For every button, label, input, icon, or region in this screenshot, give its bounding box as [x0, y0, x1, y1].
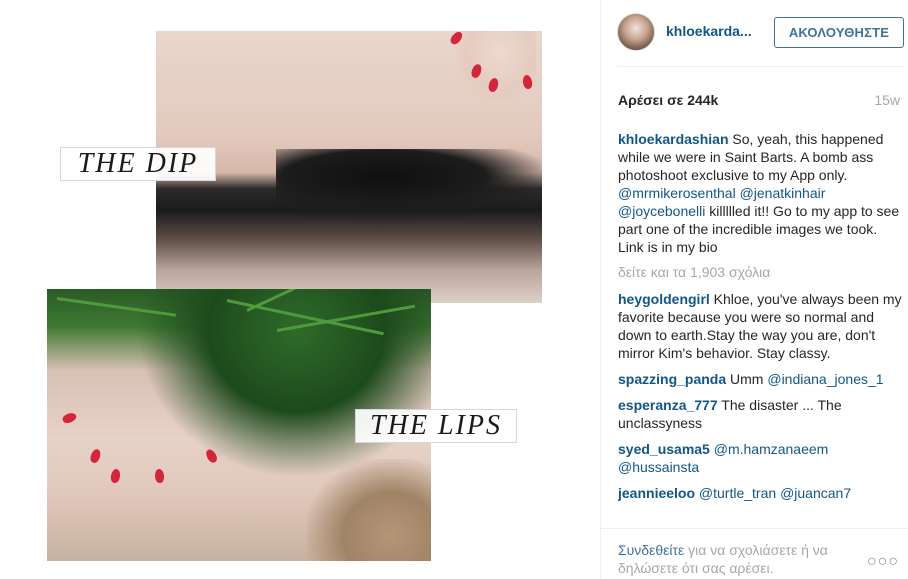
leaf: [56, 297, 177, 317]
mention-link[interactable]: @hussainsta: [618, 459, 699, 475]
nail-7: [109, 468, 122, 484]
caption-the-lips-text: THE LIPS: [370, 410, 502, 441]
list-item: jeannieeloo @turtle_tran @juancan7: [618, 484, 903, 502]
mention-link[interactable]: @m.hamzanaeem: [714, 441, 829, 457]
list-item: spazzing_panda Umm @indiana_jones_1: [618, 370, 903, 388]
nail-6: [88, 447, 103, 465]
caption-comment: khloekardashian So, yeah, this happened …: [618, 130, 903, 256]
nail-8: [154, 468, 165, 484]
nail-9: [204, 447, 219, 465]
list-item: syed_usama5 @m.hamzanaeem @hussainsta: [618, 440, 903, 476]
header-divider: [617, 66, 905, 67]
comment-username[interactable]: spazzing_panda: [618, 371, 726, 387]
post-side-panel: khloekarda... ΑΚΟΛΟΥΘΗΣΤΕ Αρέσει σε 244k…: [600, 0, 908, 579]
caption-username[interactable]: khloekardashian: [618, 131, 729, 147]
comment-username[interactable]: jeannieeloo: [618, 485, 695, 501]
nail-5: [61, 411, 78, 425]
leaf: [276, 304, 416, 332]
post-footer: Συνδεθείτε για να σχολιάσετε ή να δηλώσε…: [601, 528, 908, 579]
profile-avatar[interactable]: [617, 13, 655, 51]
post-time[interactable]: 15w: [874, 92, 900, 108]
mention-link[interactable]: @juancan7: [780, 485, 851, 501]
mention-link[interactable]: @turtle_tran: [699, 485, 776, 501]
mention-link[interactable]: @indiana_jones_1: [767, 371, 883, 387]
post-header: khloekarda... ΑΚΟΛΟΥΘΗΣΤΕ: [601, 0, 908, 66]
list-item: esperanza_777 The disaster ... The uncla…: [618, 396, 903, 432]
comment-username[interactable]: heygoldengirl: [618, 291, 710, 307]
more-options-icon[interactable]: ○○○: [867, 553, 899, 571]
post-media[interactable]: THE DIP THE LIPS: [0, 0, 600, 579]
comment-text: Umm: [726, 371, 768, 387]
follow-button[interactable]: ΑΚΟΛΟΥΘΗΣΤΕ: [774, 17, 904, 48]
photo-hand: [456, 31, 536, 101]
comment-list[interactable]: khloekardashian So, yeah, this happened …: [618, 130, 903, 525]
mention-link[interactable]: @mrmikerosenthal: [618, 185, 736, 201]
mention-link[interactable]: @joycebonelli: [618, 203, 705, 219]
caption-the-lips: THE LIPS: [355, 409, 517, 443]
list-item: heygoldengirl Khloe, you've always been …: [618, 290, 903, 362]
likes-count[interactable]: Αρέσει σε 244k: [618, 92, 718, 108]
caption-the-dip: THE DIP: [60, 147, 216, 181]
comment-username[interactable]: esperanza_777: [618, 397, 718, 413]
login-link[interactable]: Συνδεθείτε: [618, 542, 684, 558]
comment-username[interactable]: syed_usama5: [618, 441, 710, 457]
photo-shadow: [276, 149, 542, 219]
photo-hair: [307, 459, 431, 561]
caption-the-dip-text: THE DIP: [77, 148, 199, 179]
view-all-comments-link[interactable]: δείτε και τα 1,903 σχόλια: [618, 264, 903, 280]
login-prompt: Συνδεθείτε για να σχολιάσετε ή να δηλώσε…: [618, 541, 868, 577]
username-link[interactable]: khloekarda...: [666, 23, 752, 39]
mention-link[interactable]: @jenatkinhair: [740, 185, 826, 201]
